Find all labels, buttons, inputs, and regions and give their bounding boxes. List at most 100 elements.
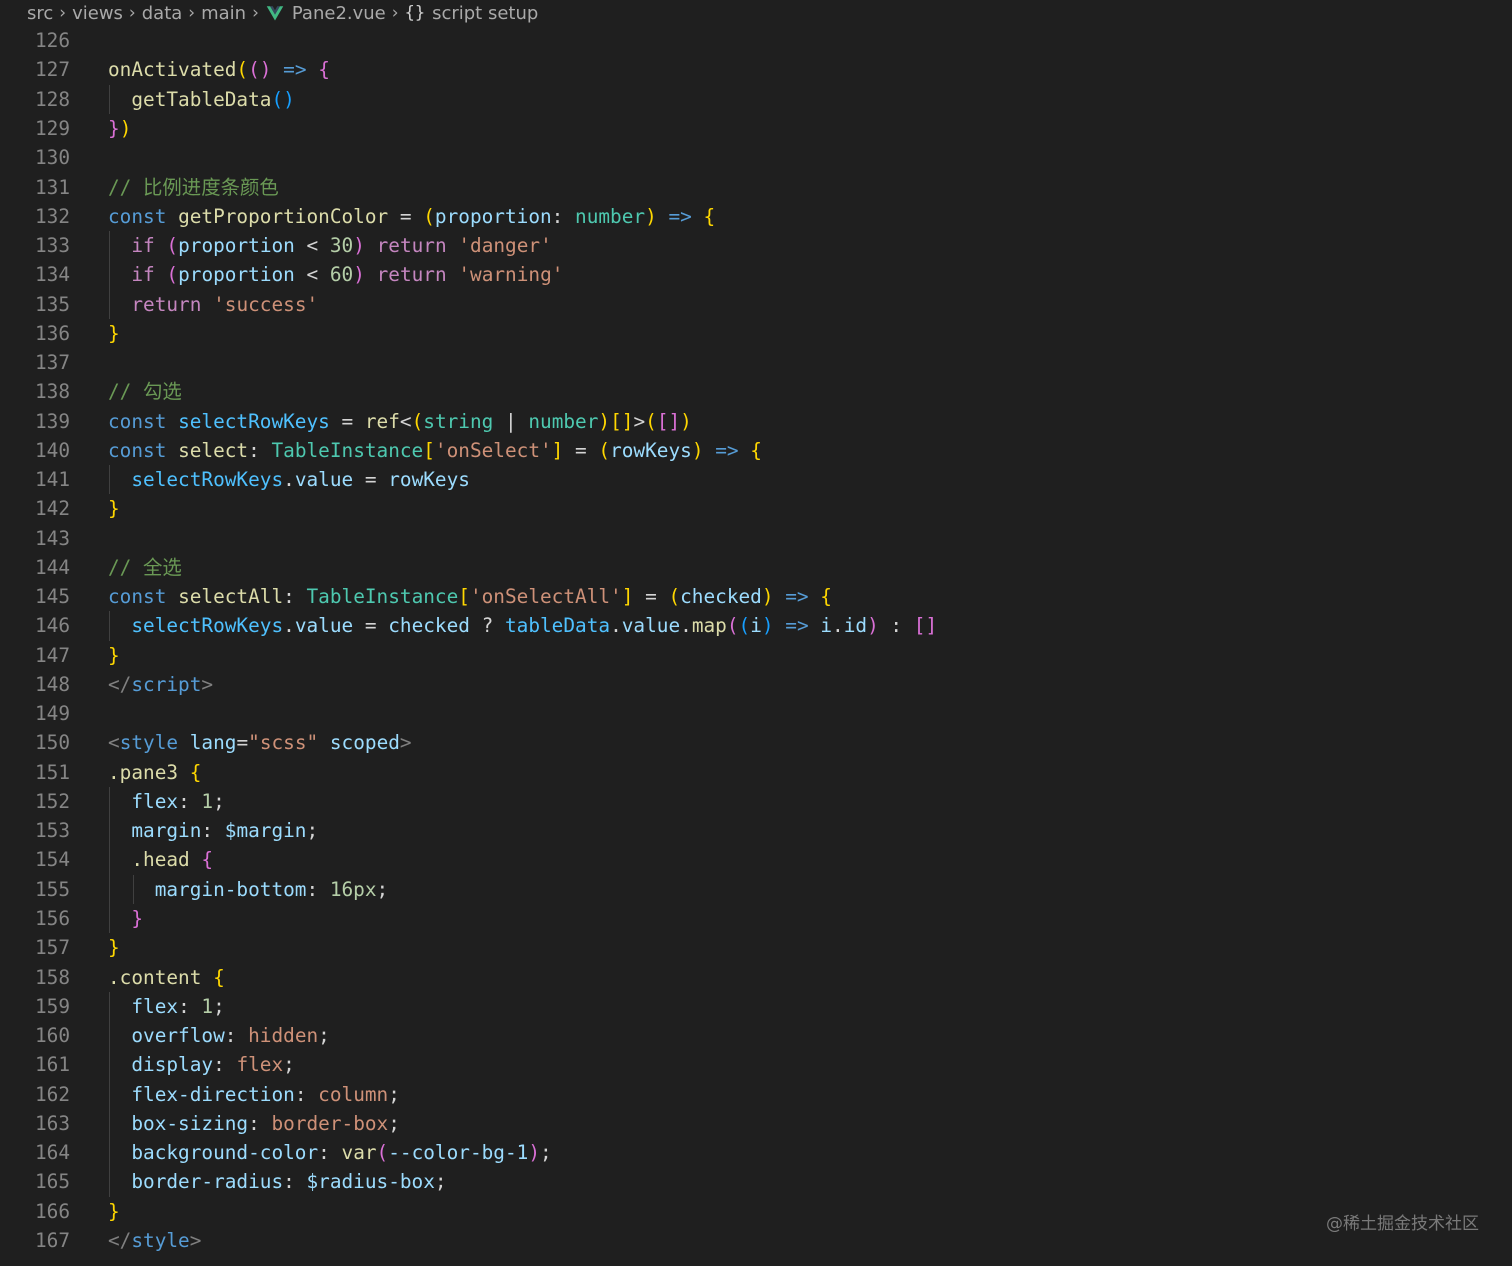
- code-line[interactable]: 160 overflow: hidden;: [0, 1021, 1512, 1051]
- breadcrumb-item-file[interactable]: Pane2.vue: [292, 3, 386, 24]
- code-token: TableInstance: [271, 438, 424, 462]
- code-line[interactable]: 163 box-sizing: border-box;: [0, 1108, 1512, 1139]
- code-token: (: [236, 58, 249, 82]
- line-number: 133: [34, 234, 70, 258]
- code-text: selectRowKeys.value = rowKeys: [108, 465, 470, 494]
- code-token: flex-direction: [131, 1082, 295, 1106]
- code-token: i: [820, 614, 833, 638]
- code-line[interactable]: 156 }: [0, 904, 1512, 934]
- code-line[interactable]: 159 flex: 1;: [0, 991, 1512, 1022]
- code-token: 'danger': [458, 234, 552, 258]
- code-line[interactable]: 142}: [0, 494, 1512, 523]
- line-number: 157: [34, 936, 70, 960]
- code-token: lang: [189, 731, 237, 755]
- code-token: [: [423, 438, 435, 462]
- code-token: [: [458, 585, 470, 609]
- code-token: .: [832, 614, 844, 638]
- line-number: 140: [34, 438, 70, 462]
- code-line[interactable]: 140 const select: TableInstance['onSelect…: [0, 436, 1512, 465]
- line-number: 147: [34, 643, 70, 667]
- code-text: display: flex;: [108, 1050, 295, 1079]
- code-line[interactable]: 166}: [0, 1197, 1512, 1226]
- code-line[interactable]: 138 // 勾选: [0, 377, 1512, 406]
- code-line[interactable]: 146 selectRowKeys.value = checked ? tabl…: [0, 611, 1512, 641]
- code-text: const getProportionColor = (proportion: …: [108, 202, 715, 231]
- code-text: const selectAll: TableInstance['onSelect…: [108, 582, 832, 611]
- code-line[interactable]: 129}): [0, 114, 1512, 143]
- code-line[interactable]: 153 margin: $margin;: [0, 816, 1512, 846]
- code-line[interactable]: 141 selectRowKeys.value = rowKeys: [0, 465, 1512, 495]
- breadcrumb-item-main[interactable]: main: [201, 3, 246, 24]
- code-token: :: [551, 204, 576, 228]
- code-line[interactable]: 155 margin-bottom: 16px;: [0, 874, 1512, 904]
- code-line[interactable]: 148 </script>: [0, 670, 1512, 699]
- code-token: value: [621, 614, 681, 638]
- line-number: 158: [34, 965, 70, 989]
- code-line[interactable]: 164 background-color: var(--color-bg-1);: [0, 1138, 1512, 1168]
- breadcrumb-item-views[interactable]: views: [72, 3, 123, 24]
- code-token: {: [820, 585, 832, 609]
- code-line[interactable]: 135 return 'success': [0, 289, 1512, 319]
- code-token: if: [131, 263, 155, 287]
- code-line[interactable]: 134 if (proportion < 60) return 'warning…: [0, 260, 1512, 290]
- code-token: rowKeys: [610, 438, 692, 462]
- code-line[interactable]: 145 const selectAll: TableInstance['onSel…: [0, 582, 1512, 611]
- breadcrumb-item-symbol[interactable]: script setup: [432, 3, 538, 24]
- code-token: :: [318, 1141, 342, 1165]
- code-line[interactable]: 128 getTableData(): [0, 84, 1512, 114]
- line-number: 137: [34, 351, 70, 375]
- code-token: |: [493, 409, 529, 433]
- code-line[interactable]: 137: [0, 348, 1512, 377]
- code-line[interactable]: 131 // 比例进度条颜色: [0, 173, 1512, 202]
- code-editor[interactable]: 126 127 onActivated(() => {128 getTableDat…: [0, 24, 1512, 1266]
- code-line[interactable]: 132 const getProportionColor = (proportio…: [0, 202, 1512, 231]
- line-number: 144: [34, 555, 70, 579]
- code-line[interactable]: 162 flex-direction: column;: [0, 1079, 1512, 1109]
- breadcrumb-item-src[interactable]: src: [27, 3, 53, 24]
- code-line[interactable]: 158 .content {: [0, 963, 1512, 992]
- code-token: (: [376, 1141, 389, 1165]
- code-token: :: [283, 585, 307, 609]
- code-line[interactable]: 157}: [0, 933, 1512, 962]
- code-line[interactable]: 161 display: flex;: [0, 1050, 1512, 1080]
- code-token: =>: [785, 585, 809, 609]
- code-token: =: [236, 731, 249, 755]
- code-token: border-radius: [131, 1170, 284, 1194]
- code-line[interactable]: 144 // 全选: [0, 553, 1512, 582]
- code-token: border-box: [271, 1111, 389, 1135]
- breadcrumb-item-data[interactable]: data: [142, 3, 183, 24]
- code-line[interactable]: 167 </style>: [0, 1226, 1512, 1255]
- code-line[interactable]: 139 const selectRowKeys = ref<(string | n…: [0, 407, 1512, 436]
- code-line[interactable]: 136}: [0, 319, 1512, 348]
- code-text: flex: 1;: [108, 992, 224, 1021]
- code-line[interactable]: 154 .head {: [0, 845, 1512, 875]
- code-token: background-color: [131, 1141, 319, 1165]
- code-text: }: [108, 1197, 120, 1226]
- code-line[interactable]: 165 border-radius: $radius-box;: [0, 1167, 1512, 1197]
- code-token: style: [119, 731, 179, 755]
- code-token: []: [610, 409, 634, 433]
- code-line[interactable]: 151 .pane3 {: [0, 758, 1512, 787]
- code-token: :: [178, 994, 202, 1018]
- code-line[interactable]: 149: [0, 699, 1512, 728]
- code-line[interactable]: 133 if (proportion < 30) return 'danger': [0, 231, 1512, 261]
- line-number: 146: [34, 614, 70, 638]
- code-line[interactable]: 127 onActivated(() => {: [0, 55, 1512, 84]
- code-line[interactable]: 126: [0, 26, 1512, 55]
- code-line[interactable]: 130: [0, 143, 1512, 172]
- code-line[interactable]: 150 <style lang="scss" scoped>: [0, 728, 1512, 757]
- code-line[interactable]: 152 flex: 1;: [0, 786, 1512, 817]
- code-text: }: [108, 494, 120, 523]
- code-line[interactable]: 147}: [0, 641, 1512, 670]
- code-text: box-sizing: border-box;: [108, 1109, 400, 1138]
- code-token: if: [131, 234, 155, 258]
- code-token: ;: [283, 1053, 295, 1077]
- code-text: background-color: var(--color-bg-1);: [108, 1138, 551, 1167]
- code-line[interactable]: 143: [0, 524, 1512, 553]
